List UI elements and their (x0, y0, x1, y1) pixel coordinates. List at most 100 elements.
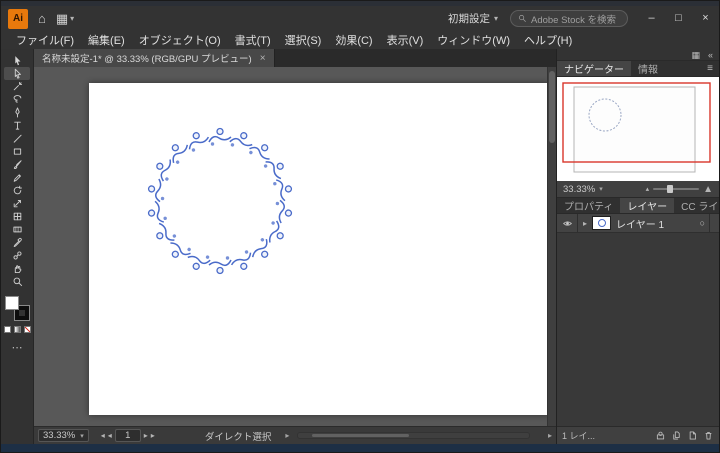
hand-tool[interactable] (4, 262, 30, 275)
previous-artboard-button[interactable]: ◂ (108, 431, 112, 440)
navigator-preview[interactable] (557, 77, 719, 181)
tab-close-icon[interactable]: × (260, 53, 266, 64)
artboard-navigation: ◂ ◂ 1 ▸ ▸ (101, 429, 155, 442)
tab-cc-libraries[interactable]: CC ライブラリ (674, 198, 719, 213)
canvas[interactable] (34, 67, 556, 426)
artboard[interactable] (89, 83, 549, 415)
menu-effect[interactable]: 効果(C) (328, 32, 379, 48)
line-segment-tool[interactable] (4, 132, 30, 145)
close-button[interactable]: × (692, 6, 719, 31)
pencil-tool[interactable] (4, 171, 30, 184)
menu-help[interactable]: ヘルプ(H) (517, 32, 579, 48)
document-area: 名称未設定-1* @ 33.33% (RGB/GPU プレビュー) × 33.3… (34, 49, 556, 444)
workspace-switcher[interactable]: 初期設定 ▾ (448, 11, 498, 26)
panel-menu-icon[interactable]: ≡ (707, 61, 719, 76)
delete-layer-icon[interactable] (703, 430, 714, 441)
chevron-down-icon: ▾ (70, 14, 75, 23)
home-icon[interactable]: ⌂ (38, 11, 46, 26)
paint-mode-buttons (3, 326, 31, 333)
menu-edit[interactable]: 編集(E) (81, 32, 132, 48)
edit-toolbar-button[interactable]: ⋯ (4, 341, 30, 354)
artboard-number-field[interactable]: 1 (114, 429, 141, 442)
collapse-panels-icon[interactable]: « (708, 50, 713, 60)
next-artboard-button[interactable]: ▸ (144, 431, 148, 440)
layer-selection-column[interactable] (709, 214, 719, 232)
tab-layers[interactable]: レイヤー (620, 198, 675, 213)
status-flyout-icon[interactable]: ▸ (285, 431, 289, 440)
zoom-tool[interactable] (4, 275, 30, 288)
document-tab-title: 名称未設定-1* @ 33.33% (RGB/GPU プレビュー) (42, 54, 252, 65)
zoom-out-icon[interactable]: ▴ (646, 185, 650, 193)
status-zoom-select[interactable]: 33.33% ▾ (38, 429, 89, 442)
menu-window[interactable]: ウィンドウ(W) (430, 32, 517, 48)
direct-selection-tool[interactable] (4, 67, 30, 80)
window-controls: – □ × (638, 6, 719, 31)
layer-target-icon[interactable]: ○ (700, 218, 705, 228)
document-tabbar: 名称未設定-1* @ 33.33% (RGB/GPU プレビュー) × (34, 49, 556, 67)
none-mode-button[interactable] (23, 326, 31, 333)
new-layer-icon[interactable] (687, 430, 698, 441)
illustrator-window: Ai ⌂ ▦ ▾ 初期設定 ▾ Adobe Stock を検索 – □ × ファイ… (0, 0, 720, 453)
rectangle-tool[interactable] (4, 145, 30, 158)
layers-count-status: 1 レイ... (562, 431, 596, 441)
fill-stroke-control[interactable] (5, 296, 30, 321)
minimize-button[interactable]: – (638, 6, 665, 31)
horizontal-scrollbar-thumb[interactable] (312, 434, 410, 437)
fill-color-swatch[interactable] (5, 296, 19, 310)
horizontal-scrollbar[interactable] (297, 432, 530, 439)
eyedropper-tool[interactable] (4, 236, 30, 249)
tab-info[interactable]: 情報 (631, 61, 665, 76)
navigator-footer: 33.33% ▾ ▴ ▲ (557, 181, 719, 198)
current-tool-status: ダイレクト選択 (204, 431, 272, 443)
first-artboard-button[interactable]: ◂ (101, 431, 105, 440)
make-clipping-mask-icon[interactable] (655, 430, 666, 441)
tab-properties[interactable]: プロパティ (557, 198, 620, 213)
dock-grid-icon[interactable]: ▦ (691, 50, 700, 60)
blend-tool[interactable] (4, 249, 30, 262)
stock-search-input[interactable]: Adobe Stock を検索 (510, 10, 628, 27)
menu-object[interactable]: オブジェクト(O) (132, 32, 228, 48)
panel-group-tabbar: プロパティ レイヤー CC ライブラリ (557, 198, 719, 214)
chevron-down-icon: ▾ (599, 186, 603, 193)
chevron-down-icon: ▾ (80, 432, 84, 440)
pen-tool[interactable] (4, 106, 30, 119)
layer-visibility-toggle[interactable] (557, 214, 578, 232)
layer-row[interactable]: ▸ レイヤー 1 ○ (557, 214, 719, 233)
tab-navigator[interactable]: ナビゲーター (557, 61, 631, 76)
zoom-in-icon[interactable]: ▲ (703, 184, 713, 195)
menu-select[interactable]: 選択(S) (278, 32, 329, 48)
rotate-tool[interactable] (4, 184, 30, 197)
app-logo: Ai (8, 8, 28, 29)
eye-icon (562, 220, 572, 226)
vertical-scrollbar[interactable] (547, 67, 556, 426)
layer-expand-icon[interactable]: ▸ (578, 219, 592, 228)
color-mode-button[interactable] (3, 326, 11, 333)
arrange-documents-icon[interactable]: ▦ ▾ (56, 11, 74, 27)
document-tab[interactable]: 名称未設定-1* @ 33.33% (RGB/GPU プレビュー) × (34, 49, 275, 67)
menu-view[interactable]: 表示(V) (380, 32, 431, 48)
navigator-zoom-slider[interactable] (653, 185, 700, 193)
scroll-right-icon[interactable]: ▸ (548, 431, 552, 440)
free-transform-tool[interactable] (4, 210, 30, 223)
dock-header: ▦ « (557, 49, 719, 61)
lasso-tool[interactable] (4, 93, 30, 106)
search-icon (519, 15, 526, 22)
maximize-button[interactable]: □ (665, 6, 692, 31)
layer-name[interactable]: レイヤー 1 (616, 216, 700, 231)
zoom-slider-thumb[interactable] (666, 185, 673, 193)
type-tool[interactable] (4, 119, 30, 132)
gradient-tool[interactable] (4, 223, 30, 236)
vertical-scrollbar-thumb[interactable] (549, 71, 555, 143)
last-artboard-button[interactable]: ▸ (151, 431, 155, 440)
scale-tool[interactable] (4, 197, 30, 210)
paintbrush-tool[interactable] (4, 158, 30, 171)
gradient-mode-button[interactable] (13, 326, 21, 333)
panel-dock: ▦ « ナビゲーター 情報 ≡ 33.33% ▾ ▴ ▲ プロパティ レイヤー … (556, 49, 719, 444)
new-sublayer-icon[interactable] (671, 430, 682, 441)
selection-tool[interactable] (4, 54, 30, 67)
menu-type[interactable]: 書式(T) (228, 32, 278, 48)
navigator-zoom-value[interactable]: 33.33% (563, 184, 595, 195)
layers-panel: ▸ レイヤー 1 ○ (557, 214, 719, 426)
menu-file[interactable]: ファイル(F) (9, 32, 81, 48)
magic-wand-tool[interactable] (4, 80, 30, 93)
